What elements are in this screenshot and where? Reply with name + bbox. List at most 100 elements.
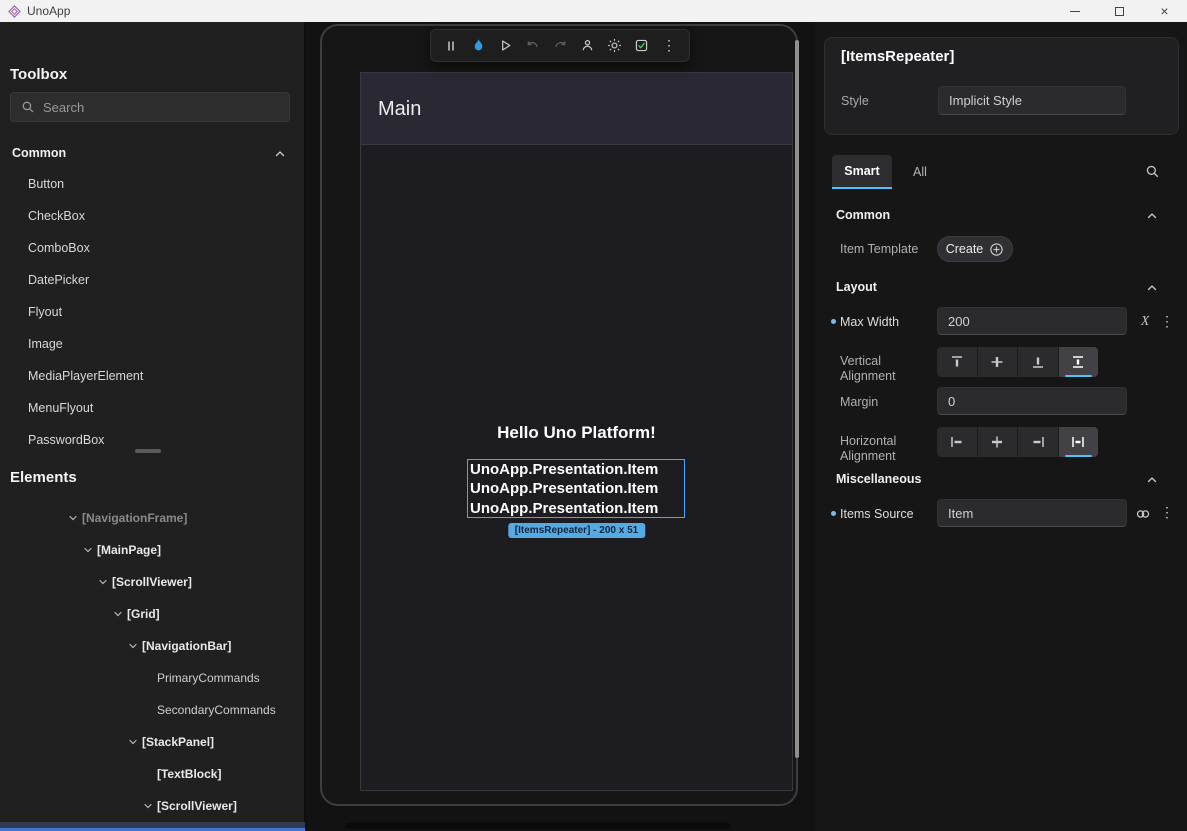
vertical-scrollbar[interactable]: [795, 40, 799, 758]
tree-item-label: [NavigationFrame]: [82, 511, 187, 525]
item-template-row: Item Template Create: [815, 233, 1187, 267]
maximize-button[interactable]: [1097, 0, 1142, 22]
margin-input[interactable]: [937, 387, 1127, 415]
tree-item-stackpanel[interactable]: [StackPanel]: [0, 726, 305, 758]
toolbox-item-mediaplayerelement[interactable]: MediaPlayerElement: [0, 360, 305, 392]
undo-button[interactable]: [524, 37, 542, 55]
tree-item-label: [ScrollViewer]: [157, 799, 237, 813]
toolbox-section-common[interactable]: Common: [0, 140, 305, 166]
chevron-down-icon[interactable]: [124, 737, 142, 747]
properties-search-icon[interactable]: [1145, 164, 1160, 184]
items-source-row: Items Source ⋮: [815, 499, 1187, 529]
tab-all[interactable]: All: [892, 155, 948, 189]
selection-header: [ItemsRepeater]: [841, 48, 954, 65]
halign-stretch-button[interactable]: [1059, 427, 1099, 457]
design-canvas: Main Hello Uno Platform! UnoApp.Presenta…: [305, 22, 815, 831]
page-title: Main: [378, 98, 421, 120]
section-common[interactable]: Common: [815, 199, 1187, 231]
halign-center-button[interactable]: [978, 427, 1018, 457]
plus-circle-icon: [989, 242, 1004, 257]
tree-item-navigationframe[interactable]: [NavigationFrame]: [0, 502, 305, 534]
vertical-alignment-row: Vertical Alignment: [815, 347, 1187, 377]
xaml-marker-icon[interactable]: X: [1141, 313, 1149, 329]
toolbox-item-flyout[interactable]: Flyout: [0, 296, 305, 328]
redo-button[interactable]: [551, 37, 569, 55]
toolbox-item-datepicker[interactable]: DatePicker: [0, 264, 305, 296]
valign-stretch-button[interactable]: [1059, 347, 1099, 377]
chevron-down-icon[interactable]: [79, 545, 97, 555]
tab-smart[interactable]: Smart: [832, 155, 892, 189]
section-miscellaneous[interactable]: Miscellaneous: [815, 463, 1187, 495]
selected-items-repeater[interactable]: UnoApp.Presentation.ItemUnoApp.Presentat…: [467, 459, 685, 518]
chevron-down-icon[interactable]: [109, 609, 127, 619]
valign-top-button[interactable]: [937, 347, 977, 377]
repeater-items: UnoApp.Presentation.ItemUnoApp.Presentat…: [468, 460, 684, 518]
halign-right-button[interactable]: [1018, 427, 1058, 457]
tree-item-mainpage[interactable]: [MainPage]: [0, 534, 305, 566]
items-source-input[interactable]: [937, 499, 1127, 527]
halign-left-button[interactable]: [937, 427, 977, 457]
minimize-icon: [1070, 11, 1080, 12]
search-icon: [21, 100, 35, 114]
toolbox-item-combobox[interactable]: ComboBox: [0, 232, 305, 264]
more-options-icon[interactable]: ⋮: [1160, 313, 1174, 330]
toolbox-search-input[interactable]: [43, 100, 263, 115]
toolbox-item-checkbox[interactable]: CheckBox: [0, 200, 305, 232]
hot-reload-flame-icon[interactable]: [469, 37, 487, 55]
tree-item-scrollviewer[interactable]: [ScrollViewer]: [0, 566, 305, 598]
tree-item-label: SecondaryCommands: [157, 703, 276, 717]
max-width-input[interactable]: [937, 307, 1127, 335]
chevron-down-icon[interactable]: [139, 801, 157, 811]
horizontal-alignment-label: Horizontal Alignment: [840, 434, 912, 464]
horizontal-alignment-row: Horizontal Alignment: [815, 427, 1187, 457]
chevron-down-icon[interactable]: [64, 513, 82, 523]
tree-item-textblock[interactable]: [TextBlock]: [0, 758, 305, 790]
toolbox-item-button[interactable]: Button: [0, 168, 305, 200]
overflow-menu-button[interactable]: ⋮: [660, 37, 678, 55]
validation-check-icon[interactable]: [633, 37, 651, 55]
uno-logo-icon: [8, 5, 21, 18]
margin-label: Margin: [840, 395, 878, 410]
chevron-up-icon[interactable]: [274, 147, 286, 165]
section-common-label: Common: [12, 146, 66, 160]
max-width-row: Max Width X ⋮: [815, 307, 1187, 337]
pause-button[interactable]: [442, 37, 460, 55]
section-layout[interactable]: Layout: [815, 271, 1187, 303]
tree-item-grid[interactable]: [Grid]: [0, 598, 305, 630]
theme-toggle-sun-icon[interactable]: [606, 37, 624, 55]
toolbox-search[interactable]: [10, 92, 290, 122]
element-inspector-icon[interactable]: [578, 37, 596, 55]
device-screen[interactable]: Main Hello Uno Platform! UnoApp.Presenta…: [360, 72, 793, 791]
play-button[interactable]: [497, 37, 515, 55]
repeater-item-text: UnoApp.Presentation.Item: [468, 479, 684, 498]
vertical-alignment-group: [937, 347, 1098, 377]
valign-bottom-button[interactable]: [1018, 347, 1058, 377]
maximize-icon: [1115, 7, 1124, 16]
chevron-up-icon[interactable]: [1146, 209, 1158, 227]
tree-item-primarycommands[interactable]: PrimaryCommands: [0, 662, 305, 694]
create-label: Create: [946, 242, 984, 256]
horizontal-scrollbar[interactable]: [345, 823, 731, 829]
create-template-button[interactable]: Create: [937, 236, 1013, 262]
design-toolbar: ⋮: [430, 29, 690, 62]
toolbox-item-menuflyout[interactable]: MenuFlyout: [0, 392, 305, 424]
more-options-icon[interactable]: ⋮: [1160, 504, 1174, 521]
toolbox-item-image[interactable]: Image: [0, 328, 305, 360]
repeater-item-text: UnoApp.Presentation.Item: [468, 499, 684, 518]
tree-item-navigationbar[interactable]: [NavigationBar]: [0, 630, 305, 662]
properties-tabs: Smart All: [815, 155, 1187, 189]
vertical-alignment-label: Vertical Alignment: [840, 354, 912, 384]
tree-item-secondarycommands[interactable]: SecondaryCommands: [0, 694, 305, 726]
chevron-down-icon[interactable]: [94, 577, 112, 587]
binding-link-icon[interactable]: [1135, 506, 1151, 527]
tree-item-scrollviewer[interactable]: [ScrollViewer]: [0, 790, 305, 822]
items-source-label: Items Source: [840, 507, 914, 522]
chevron-down-icon[interactable]: [124, 641, 142, 651]
chevron-up-icon[interactable]: [1146, 281, 1158, 299]
style-input[interactable]: [938, 86, 1126, 115]
close-button[interactable]: ×: [1142, 0, 1187, 22]
chevron-up-icon[interactable]: [1146, 473, 1158, 491]
splitter-grip[interactable]: [135, 449, 161, 453]
valign-center-button[interactable]: [978, 347, 1018, 377]
minimize-button[interactable]: [1052, 0, 1097, 22]
